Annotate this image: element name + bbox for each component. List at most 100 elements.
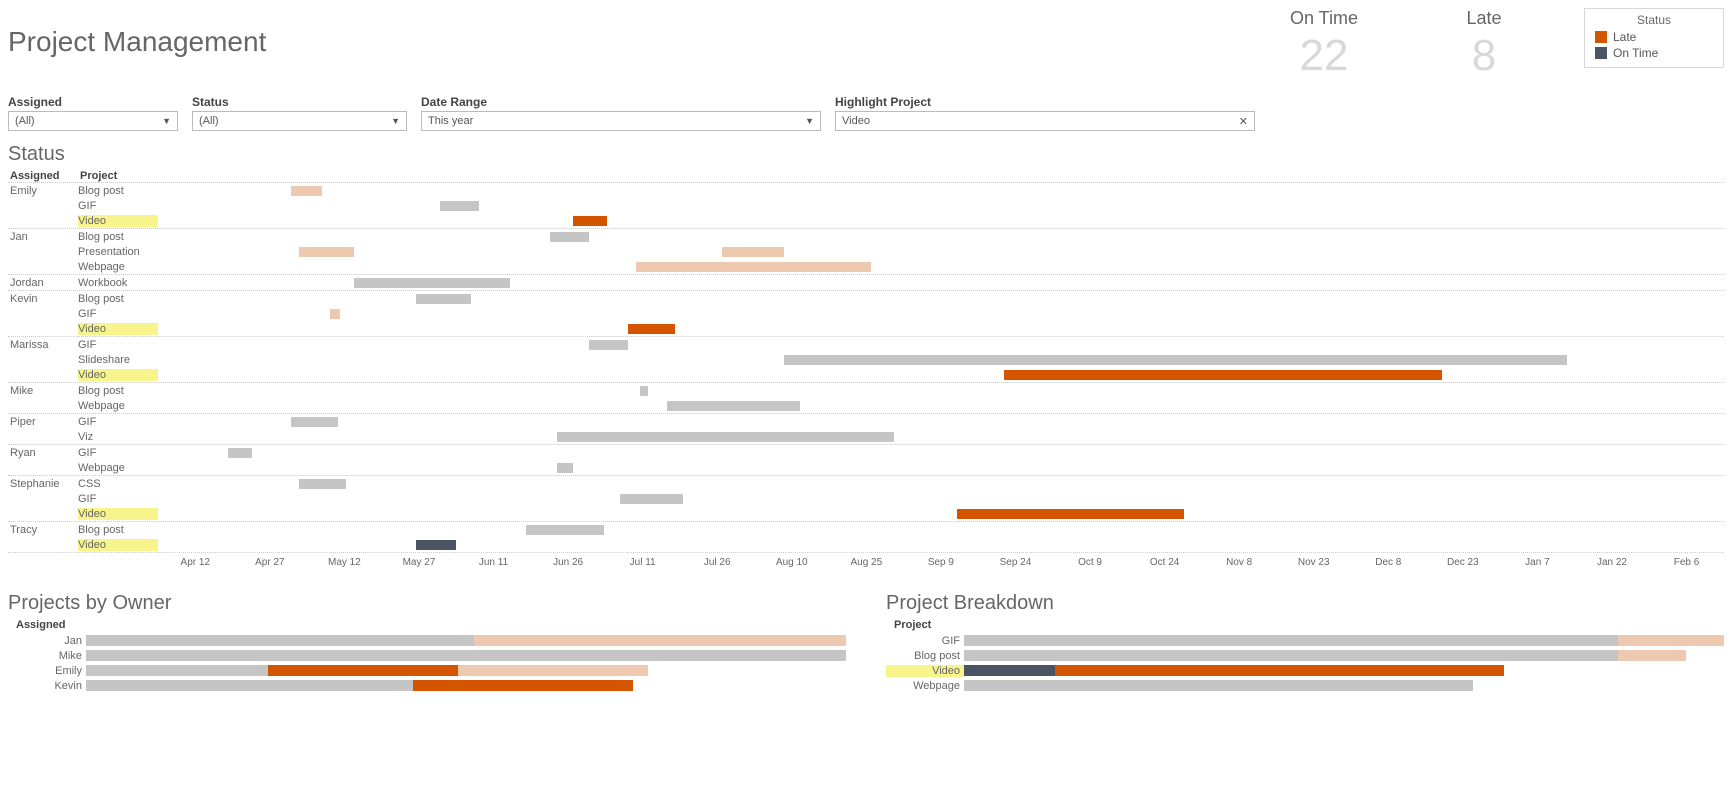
gantt-row[interactable]: JanBlog post xyxy=(8,229,1724,244)
gantt-row[interactable]: Viz xyxy=(8,429,1724,444)
hbar-segment[interactable] xyxy=(86,635,474,646)
gantt-row[interactable]: GIF xyxy=(8,491,1724,506)
gantt-bar[interactable] xyxy=(1004,370,1442,380)
gantt-row[interactable]: MarissaGIF xyxy=(8,337,1724,352)
hbar-segment[interactable] xyxy=(86,650,846,661)
hbar-row[interactable]: GIF xyxy=(886,633,1724,648)
gantt-bar[interactable] xyxy=(628,324,675,334)
hbar-segment[interactable] xyxy=(413,680,633,691)
gantt-bar[interactable] xyxy=(526,525,604,535)
gantt-row[interactable]: TracyBlog post xyxy=(8,522,1724,537)
gantt-row[interactable]: GIF xyxy=(8,306,1724,321)
filter-range-dropdown[interactable]: This year ▼ xyxy=(421,111,821,131)
hbar-row[interactable]: Emily xyxy=(8,663,846,678)
owners-chart[interactable]: JanMikeEmily Kevin xyxy=(8,633,846,693)
x-axis-tick: May 12 xyxy=(307,557,382,568)
hbar-segment[interactable] xyxy=(268,665,458,676)
gantt-bar[interactable] xyxy=(667,401,800,411)
x-axis-tick: Oct 9 xyxy=(1053,557,1128,568)
gantt-bar[interactable] xyxy=(636,262,871,272)
gantt-bar[interactable] xyxy=(354,278,511,288)
gantt-bar[interactable] xyxy=(416,540,455,550)
filter-assigned-dropdown[interactable]: (All) ▼ xyxy=(8,111,178,131)
hbar-label: GIF xyxy=(886,635,964,647)
gantt-row[interactable]: Video xyxy=(8,321,1724,336)
gantt-bar-area xyxy=(158,448,1724,458)
gantt-bar[interactable] xyxy=(784,355,1567,365)
gantt-bar[interactable] xyxy=(957,509,1184,519)
hbar-segment[interactable] xyxy=(964,650,1618,661)
gantt-bar[interactable] xyxy=(299,247,354,257)
gantt-bar[interactable] xyxy=(620,494,683,504)
gantt-row[interactable]: Video xyxy=(8,537,1724,552)
gantt-bar[interactable] xyxy=(589,340,628,350)
gantt-row[interactable]: Video xyxy=(8,506,1724,521)
hbar-track xyxy=(964,635,1724,646)
gantt-bar[interactable] xyxy=(573,216,607,226)
gantt-bar[interactable] xyxy=(330,309,339,319)
gantt-row[interactable]: PiperGIF xyxy=(8,414,1724,429)
hbar-label: Kevin xyxy=(8,680,86,692)
gantt-row[interactable]: GIF xyxy=(8,198,1724,213)
gantt-row[interactable]: Video xyxy=(8,213,1724,228)
gantt-bar[interactable] xyxy=(640,386,648,396)
gantt-row[interactable]: StephanieCSS xyxy=(8,476,1724,491)
filter-status-dropdown[interactable]: (All) ▼ xyxy=(192,111,407,131)
gantt-row[interactable]: Presentation xyxy=(8,244,1724,259)
clear-icon[interactable]: ✕ xyxy=(1239,115,1248,128)
gantt-bar[interactable] xyxy=(550,232,589,242)
gantt-bar[interactable] xyxy=(557,463,573,473)
hbar-row[interactable]: Video xyxy=(886,663,1724,678)
page-title: Project Management xyxy=(8,8,266,58)
hbar-segment[interactable] xyxy=(1618,650,1686,661)
gantt-bar[interactable] xyxy=(228,448,251,458)
hbar-row[interactable]: Blog post xyxy=(886,648,1724,663)
hbar-segment[interactable] xyxy=(964,635,1618,646)
hbar-segment[interactable] xyxy=(1618,635,1724,646)
gantt-row[interactable]: EmilyBlog post xyxy=(8,183,1724,198)
hbar-segment[interactable] xyxy=(86,665,268,676)
gantt-bar[interactable] xyxy=(440,201,479,211)
gantt-bar[interactable] xyxy=(557,432,894,442)
gantt-body: EmilyBlog postGIFVideoJanBlog postPresen… xyxy=(8,182,1724,552)
gantt-project: GIF xyxy=(78,308,158,320)
breakdown-chart[interactable]: GIFBlog postVideoWebpage xyxy=(886,633,1724,693)
hbar-row[interactable]: Mike xyxy=(8,648,846,663)
gantt-row[interactable]: KevinBlog post xyxy=(8,291,1724,306)
status-legend: Status Late On Time xyxy=(1584,8,1724,68)
gantt-row[interactable]: Webpage xyxy=(8,460,1724,475)
gantt-row[interactable]: Slideshare xyxy=(8,352,1724,367)
gantt-row[interactable]: RyanGIF xyxy=(8,445,1724,460)
gantt-row[interactable]: Webpage xyxy=(8,259,1724,274)
gantt-bar-area xyxy=(158,463,1724,473)
legend-item-late[interactable]: Late xyxy=(1595,29,1713,45)
gantt-row[interactable]: Webpage xyxy=(8,398,1724,413)
hbar-row[interactable]: Webpage xyxy=(886,678,1724,693)
gantt-assignee: Kevin xyxy=(8,293,78,305)
hbar-row[interactable]: Kevin xyxy=(8,678,846,693)
hbar-segment[interactable] xyxy=(964,680,1473,691)
gantt-row[interactable]: MikeBlog post xyxy=(8,383,1724,398)
gantt-bar-area xyxy=(158,262,1724,272)
hbar-segment[interactable] xyxy=(1055,665,1503,676)
gantt-project: Slideshare xyxy=(78,354,158,366)
x-axis-tick: Jun 26 xyxy=(531,557,606,568)
hbar-segment[interactable] xyxy=(458,665,648,676)
gantt-bar[interactable] xyxy=(291,417,338,427)
filter-highlight-input[interactable]: Video ✕ xyxy=(835,111,1255,131)
gantt-project: Blog post xyxy=(78,524,158,536)
gantt-chart[interactable]: Assigned Project EmilyBlog postGIFVideoJ… xyxy=(8,170,1724,553)
hbar-track xyxy=(86,680,846,691)
gantt-bar[interactable] xyxy=(291,186,322,196)
hbar-segment[interactable] xyxy=(964,665,1055,676)
gantt-bar[interactable] xyxy=(722,247,785,257)
hbar-segment[interactable] xyxy=(474,635,846,646)
gantt-row[interactable]: Video xyxy=(8,367,1724,382)
hbar-segment[interactable] xyxy=(86,680,413,691)
hbar-row[interactable]: Jan xyxy=(8,633,846,648)
legend-item-ontime[interactable]: On Time xyxy=(1595,45,1713,61)
filter-highlight: Highlight Project Video ✕ xyxy=(835,95,1255,131)
gantt-bar[interactable] xyxy=(416,294,471,304)
gantt-row[interactable]: JordanWorkbook xyxy=(8,275,1724,290)
gantt-bar[interactable] xyxy=(299,479,346,489)
